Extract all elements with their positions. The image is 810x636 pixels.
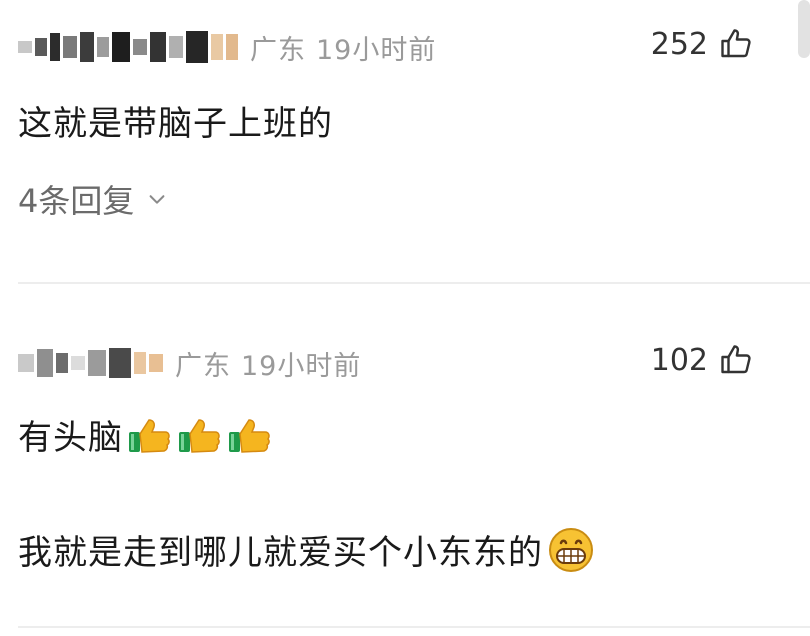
thumbs-up-emoji-icon <box>129 418 170 453</box>
replies-label: 4条回复 <box>18 182 135 220</box>
divider <box>18 626 810 628</box>
view-replies-button[interactable]: 4条回复 <box>18 176 168 222</box>
comment-location: 广东 <box>175 350 231 382</box>
username-pixelated[interactable] <box>18 31 238 63</box>
comment-meta: 广东 19小时前 <box>18 338 361 388</box>
comment-meta: 广东 19小时前 <box>18 22 436 72</box>
comment-text: 我就是走到哪儿就爱买个小东东的 <box>18 533 543 573</box>
chevron-down-icon <box>149 195 165 204</box>
comment-location: 广东 <box>250 34 306 66</box>
thumbs-up-outline-icon <box>721 345 751 374</box>
comment-text-line1: 有头脑 <box>18 410 273 459</box>
like-button[interactable]: 252 <box>651 26 754 62</box>
like-count: 102 <box>650 342 708 378</box>
comment-text-line2: 我就是走到哪儿就爱买个小东东的 <box>18 525 595 574</box>
like-count: 252 <box>650 26 708 62</box>
grinning-emoji-icon <box>549 527 593 572</box>
comment-text: 有头脑 <box>18 418 123 458</box>
like-button[interactable]: 102 <box>651 342 754 378</box>
username-pixelated[interactable] <box>18 348 163 378</box>
comment-time: 19小时前 <box>241 350 362 382</box>
thumbs-up-emoji-icon <box>229 418 270 453</box>
comment-text: 这就是带脑子上班的 <box>18 104 333 144</box>
comment-item: 广东 19小时前 252 这就是带脑子上班的 4条回复 <box>0 0 810 283</box>
comment-time: 19小时前 <box>316 34 437 66</box>
thumbs-up-outline-icon <box>721 29 751 58</box>
thumbs-up-emoji-icon <box>179 418 220 453</box>
